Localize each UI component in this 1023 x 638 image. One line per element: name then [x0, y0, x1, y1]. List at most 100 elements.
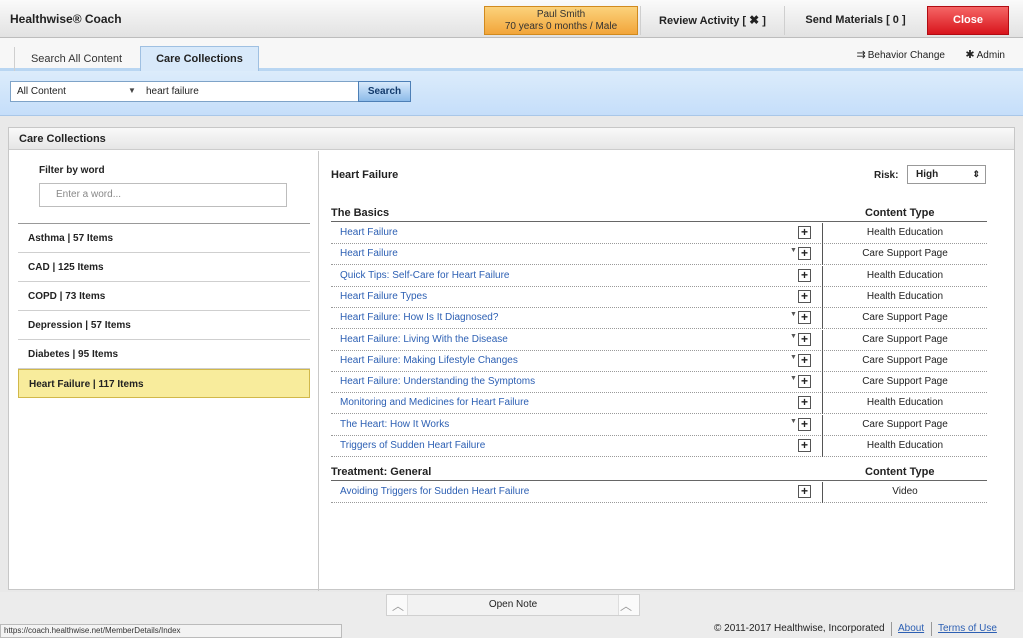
- plus-box-icon[interactable]: +: [798, 353, 811, 367]
- chevron-down-icon[interactable]: ▼: [128, 86, 136, 95]
- content-row: Heart Failure: Living With the Disease ▼ +…: [331, 329, 987, 351]
- content-link[interactable]: Heart Failure: How Is It Diagnosed?: [340, 312, 498, 323]
- content-type: Care Support Page: [822, 372, 987, 394]
- close-button[interactable]: Close: [927, 6, 1009, 35]
- content-type: Health Education: [822, 265, 987, 287]
- content-link[interactable]: Triggers of Sudden Heart Failure: [340, 440, 485, 451]
- content-row: Heart Failure Types + Health Education: [331, 286, 987, 308]
- plus-box-icon[interactable]: +: [798, 226, 811, 239]
- content-type: Health Education: [822, 393, 987, 415]
- collections-sidebar: Filter by word Enter a word... Asthma | …: [9, 151, 319, 591]
- plus-box-icon[interactable]: +: [798, 247, 811, 261]
- plus-box-icon[interactable]: +: [798, 439, 811, 452]
- dropdown-arrow-icon[interactable]: ▼: [790, 375, 797, 382]
- gear-icon: ✱: [965, 49, 975, 61]
- collection-item[interactable]: CAD | 125 Items: [18, 253, 310, 282]
- footer-divider: [931, 622, 932, 636]
- send-materials-button[interactable]: Send Materials [ 0 ]: [784, 6, 926, 35]
- bottom-bar: ︿ Open Note ︿ https://coach.healthwise.n…: [0, 592, 1023, 638]
- content-link[interactable]: The Heart: How It Works: [340, 419, 449, 430]
- content-link[interactable]: Quick Tips: Self-Care for Heart Failure: [340, 270, 510, 281]
- chevron-up-icon[interactable]: ︿: [392, 597, 404, 614]
- content-type: Health Education: [822, 436, 987, 457]
- plus-box-icon[interactable]: +: [798, 289, 811, 303]
- content-link[interactable]: Monitoring and Medicines for Heart Failu…: [340, 397, 529, 408]
- plus-box-icon[interactable]: +: [798, 311, 811, 325]
- content-link[interactable]: Heart Failure Types: [340, 291, 427, 302]
- collection-item[interactable]: COPD | 73 Items: [18, 282, 310, 311]
- collection-title: Heart Failure: [331, 169, 399, 181]
- content-link[interactable]: Heart Failure: Understanding the Symptom…: [340, 376, 535, 387]
- content-link[interactable]: Heart Failure: Making Lifestyle Changes: [340, 355, 518, 366]
- content-row: Heart Failure: How Is It Diagnosed? ▼ + Car…: [331, 308, 987, 330]
- plus-box-icon[interactable]: +: [798, 417, 811, 431]
- filter-label: Filter by word: [39, 165, 105, 176]
- dropdown-arrow-icon[interactable]: ▼: [790, 418, 797, 425]
- terms-link[interactable]: Terms of Use: [938, 623, 997, 634]
- collection-item[interactable]: Depression | 57 Items: [18, 311, 310, 340]
- search-bar: All Content ▼ heart failure Search: [0, 71, 1023, 116]
- content-link[interactable]: Avoiding Triggers for Sudden Heart Failu…: [340, 486, 529, 497]
- send-materials-count: [ 0 ]: [886, 14, 906, 26]
- collection-content: Heart Failure Risk: High ⇕ The Basics Con…: [331, 151, 1001, 591]
- patient-info[interactable]: Paul Smith 70 years 0 months / Male: [484, 6, 638, 35]
- review-activity-label: Review Activity: [659, 15, 740, 27]
- plus-box-icon[interactable]: +: [798, 375, 811, 389]
- content-row: The Heart: How It Works ▼ + Care Support Pa…: [331, 414, 987, 436]
- collection-item[interactable]: Heart Failure | 117 Items: [18, 369, 310, 398]
- select-arrows-icon: ⇕: [972, 169, 980, 179]
- patient-details: 70 years 0 months / Male: [504, 21, 618, 32]
- behavior-change-link[interactable]: ⇉ Behavior Change: [857, 48, 946, 61]
- collection-item[interactable]: Diabetes | 95 Items: [18, 340, 310, 369]
- dropdown-arrow-icon[interactable]: ▼: [790, 333, 797, 340]
- plus-box-icon[interactable]: +: [798, 268, 811, 282]
- plus-box-icon[interactable]: +: [798, 396, 811, 410]
- top-bar: Healthwise® Coach Paul Smith 70 years 0 …: [0, 0, 1023, 38]
- search-scope-select[interactable]: All Content: [17, 86, 66, 97]
- risk-select[interactable]: High ⇕: [907, 165, 986, 184]
- care-collections-panel: Care Collections Filter by word Enter a …: [8, 127, 1015, 591]
- content-type: Care Support Page: [822, 308, 987, 330]
- content-type: Health Education: [822, 286, 987, 308]
- content-type: Video: [822, 482, 987, 504]
- content-row: Quick Tips: Self-Care for Heart Failure +…: [331, 265, 987, 287]
- dropdown-arrow-icon[interactable]: ▼: [790, 354, 797, 361]
- content-row: Triggers of Sudden Heart Failure + Health …: [331, 436, 987, 457]
- content-row: Monitoring and Medicines for Heart Failu…: [331, 393, 987, 415]
- content-row: Heart Failure: Understanding the Symptom…: [331, 372, 987, 394]
- open-note-bar[interactable]: ︿ Open Note ︿: [386, 594, 640, 616]
- app-title: Healthwise® Coach: [10, 12, 122, 26]
- chevron-up-icon[interactable]: ︿: [620, 597, 632, 614]
- about-link[interactable]: About: [898, 623, 924, 634]
- behavior-change-icon: ⇉: [856, 49, 866, 61]
- footer-divider: [891, 622, 892, 636]
- content-row: Heart Failure + Health Education: [331, 223, 987, 244]
- section-header: Treatment: General Content Type: [331, 465, 987, 482]
- admin-link[interactable]: ✱ Admin: [965, 48, 1005, 61]
- tab-search-all-content[interactable]: Search All Content: [14, 47, 138, 71]
- content-type: Care Support Page: [822, 329, 987, 351]
- tab-care-collections[interactable]: Care Collections: [140, 46, 259, 71]
- dropdown-arrow-icon[interactable]: ▼: [790, 247, 797, 254]
- send-materials-label: Send Materials: [805, 14, 883, 26]
- plus-box-icon[interactable]: +: [798, 485, 811, 499]
- search-query[interactable]: heart failure: [146, 86, 199, 97]
- copyright-text: © 2011-2017 Healthwise, Incorporated: [714, 623, 885, 634]
- content-link[interactable]: Heart Failure: [340, 248, 398, 259]
- content-row: Avoiding Triggers for Sudden Heart Failu…: [331, 482, 987, 504]
- content-row: Heart Failure: Making Lifestyle Changes ▼…: [331, 350, 987, 372]
- section-name: Treatment: General: [331, 466, 432, 479]
- search-button[interactable]: Search: [358, 81, 411, 102]
- content-link[interactable]: Heart Failure: [340, 227, 398, 238]
- collection-item[interactable]: Asthma | 57 Items: [18, 224, 310, 253]
- content-type: Care Support Page: [822, 244, 987, 266]
- open-note-label[interactable]: Open Note: [407, 595, 619, 615]
- content-type: Care Support Page: [822, 414, 987, 436]
- content-link[interactable]: Heart Failure: Living With the Disease: [340, 334, 508, 345]
- review-activity-button[interactable]: Review Activity [ ✖ ]: [640, 6, 784, 35]
- dropdown-arrow-icon[interactable]: ▼: [790, 311, 797, 318]
- search-input[interactable]: All Content ▼ heart failure: [10, 81, 359, 102]
- plus-box-icon[interactable]: +: [798, 332, 811, 346]
- filter-input[interactable]: Enter a word...: [39, 183, 287, 207]
- tab-bar: Search All Content Care Collections ⇉ Beh…: [0, 38, 1023, 71]
